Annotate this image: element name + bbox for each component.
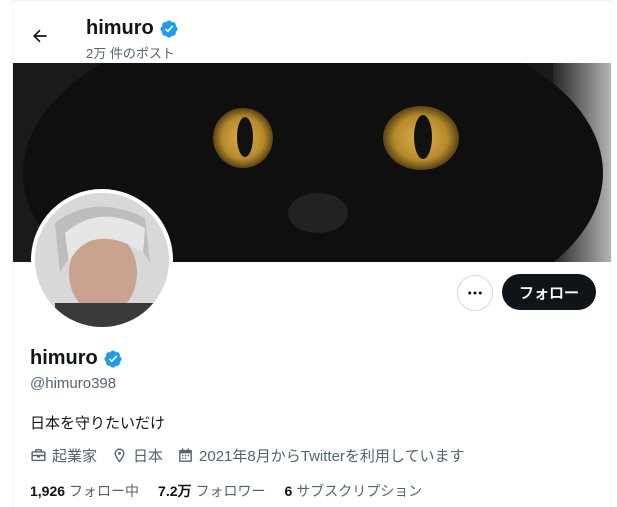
meta-location: 日本 bbox=[111, 445, 163, 466]
arrow-left-icon bbox=[33, 29, 47, 43]
profile-stats: 1,926 フォロー中 7.2万 フォロワー 6 サブスクリプション bbox=[30, 481, 441, 501]
followers-stat[interactable]: 7.2万 フォロワー bbox=[158, 481, 265, 501]
subscriptions-label: サブスクリプション bbox=[296, 483, 423, 499]
header-title: himuro bbox=[86, 17, 179, 40]
profile-avatar[interactable] bbox=[31, 189, 173, 331]
profile-frame: himuro 2万 件のポスト フォロー himuro @himuro398 日… bbox=[12, 0, 612, 507]
followers-count: 7.2万 bbox=[158, 483, 192, 499]
joined-label: 2021年8月からTwitterを利用しています bbox=[199, 448, 465, 465]
avatar-image bbox=[35, 193, 169, 327]
location-pin-icon bbox=[114, 448, 125, 463]
meta-profession: 起業家 bbox=[30, 445, 97, 466]
subscriptions-stat[interactable]: 6 サブスクリプション bbox=[285, 481, 423, 501]
briefcase-icon bbox=[31, 449, 46, 462]
post-count: 2万 件のポスト bbox=[86, 46, 175, 61]
following-label: フォロー中 bbox=[69, 483, 140, 499]
profile-bio: 日本を守りたいだけ bbox=[30, 415, 166, 432]
header-name: himuro bbox=[86, 17, 154, 39]
profile-meta: 起業家 日本 2021年8月からTwitterを利用しています bbox=[30, 445, 478, 466]
profile-name-row: himuro bbox=[30, 347, 123, 370]
verified-badge-icon bbox=[159, 19, 179, 39]
subscriptions-count: 6 bbox=[284, 483, 293, 499]
more-dots-icon bbox=[468, 291, 482, 295]
follow-button[interactable]: フォロー bbox=[502, 274, 596, 310]
following-count: 1,926 bbox=[30, 483, 66, 499]
top-bar: himuro 2万 件のポスト bbox=[13, 1, 611, 62]
followers-label: フォロワー bbox=[195, 483, 266, 499]
profile-name: himuro bbox=[30, 347, 98, 369]
back-button[interactable] bbox=[27, 23, 53, 49]
following-stat[interactable]: 1,926 フォロー中 bbox=[30, 481, 139, 501]
profession-label: 起業家 bbox=[52, 448, 98, 465]
calendar-icon bbox=[179, 448, 192, 462]
profile-handle: @himuro398 bbox=[30, 375, 117, 392]
meta-joined: 2021年8月からTwitterを利用しています bbox=[177, 445, 464, 466]
verified-badge-icon[interactable] bbox=[103, 349, 123, 369]
more-options-button[interactable] bbox=[457, 275, 493, 311]
location-label: 日本 bbox=[133, 448, 164, 465]
